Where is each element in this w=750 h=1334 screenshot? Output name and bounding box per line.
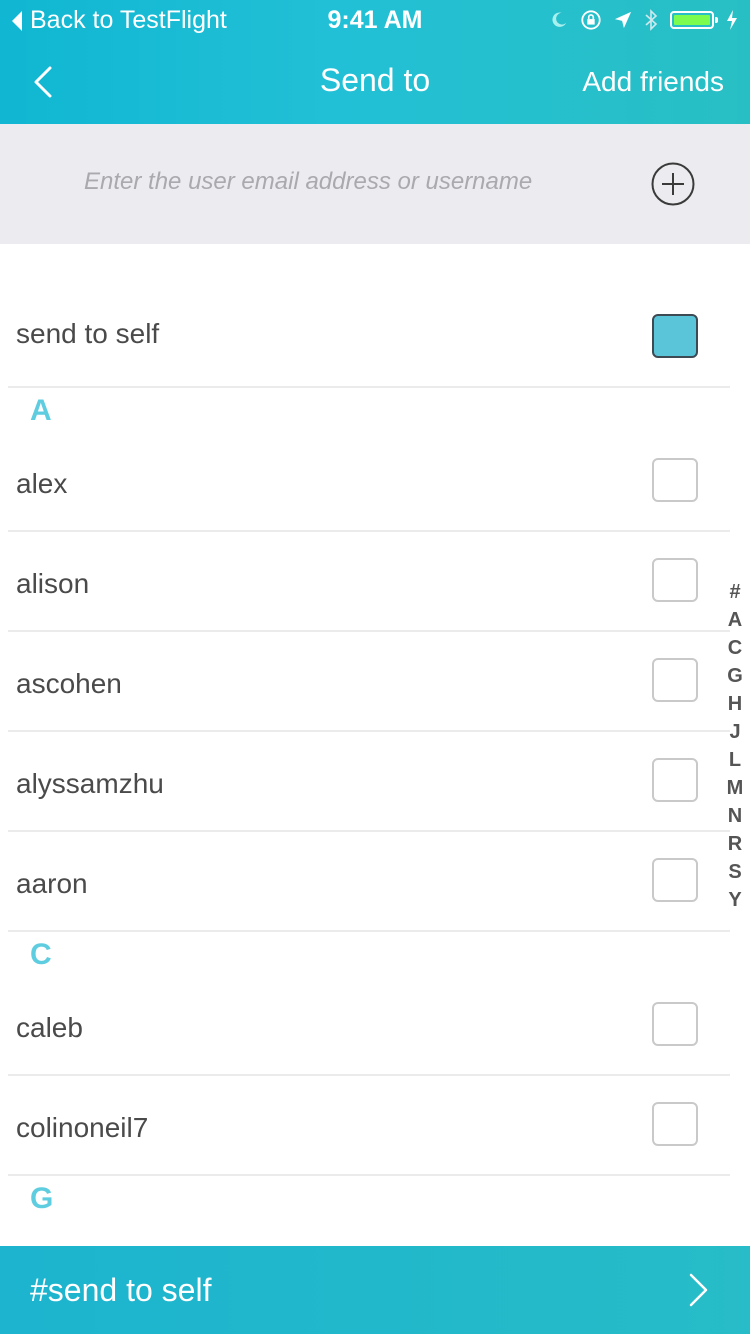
list-item-checkbox[interactable] [652, 558, 698, 602]
header: Back to TestFlight 9:41 AM Send to Add f… [0, 0, 750, 124]
section-letter-a: A [30, 394, 52, 427]
index-letter[interactable]: N [728, 802, 742, 830]
plus-circle-icon[interactable] [651, 162, 695, 206]
list-item[interactable]: aaron [8, 832, 730, 932]
status-bar: Back to TestFlight 9:41 AM [0, 0, 750, 40]
list-item[interactable]: colinoneil7 [8, 1076, 730, 1176]
rotation-lock-icon [581, 10, 601, 30]
section-letter-c: C [30, 938, 52, 971]
list-item-label: aaron [16, 868, 88, 899]
list-item[interactable]: ascohen [8, 632, 730, 732]
location-arrow-icon [614, 11, 632, 29]
search-area [0, 124, 750, 244]
index-letter[interactable]: S [728, 858, 741, 886]
section-letter-g: G [30, 1182, 54, 1215]
charging-bolt-icon [727, 10, 737, 30]
search-input[interactable] [84, 160, 604, 204]
index-letter[interactable]: # [729, 578, 740, 606]
alphabet-index[interactable]: # A C G H J L M N R S Y [722, 578, 748, 914]
list-item-label: alison [16, 568, 90, 599]
bluetooth-icon [645, 9, 658, 31]
list-item-label: alyssamzhu [16, 768, 164, 799]
list-item-checkbox[interactable] [652, 1002, 698, 1046]
send-to-self-checkbox[interactable] [652, 314, 698, 358]
send-to-self-row[interactable]: send to self [8, 288, 730, 388]
list-item[interactable]: caleb [8, 976, 730, 1076]
list-item[interactable]: alyssamzhu [8, 732, 730, 832]
index-letter[interactable]: C [728, 634, 742, 662]
index-letter[interactable]: R [728, 830, 742, 858]
list-item-checkbox[interactable] [652, 658, 698, 702]
list-item-label: colinoneil7 [16, 1112, 149, 1143]
list-item-label: alex [16, 468, 68, 499]
index-letter[interactable]: L [729, 746, 741, 774]
list-item-checkbox[interactable] [652, 858, 698, 902]
index-letter[interactable]: G [727, 662, 743, 690]
add-friends-button[interactable]: Add friends [582, 66, 724, 98]
battery-icon [670, 11, 718, 29]
list-item[interactable]: alex [8, 432, 730, 532]
moon-icon [552, 12, 567, 27]
selected-recipients-label: #send to self [30, 1272, 212, 1308]
list-item-checkbox[interactable] [652, 458, 698, 502]
index-letter[interactable]: Y [728, 886, 741, 914]
index-letter[interactable]: M [727, 774, 744, 802]
list-item-checkbox[interactable] [652, 1102, 698, 1146]
chevron-right-icon [689, 1273, 708, 1307]
list-item[interactable]: alison [8, 532, 730, 632]
index-letter[interactable]: H [728, 690, 742, 718]
send-to-self-label: send to self [16, 318, 160, 349]
index-letter[interactable]: A [728, 606, 742, 634]
index-letter[interactable]: J [729, 718, 740, 746]
list-item-checkbox[interactable] [652, 758, 698, 802]
list-item-label: ascohen [16, 668, 122, 699]
send-button[interactable]: #send to self [0, 1246, 750, 1334]
list-item-label: caleb [16, 1012, 83, 1043]
status-icons [550, 6, 738, 34]
